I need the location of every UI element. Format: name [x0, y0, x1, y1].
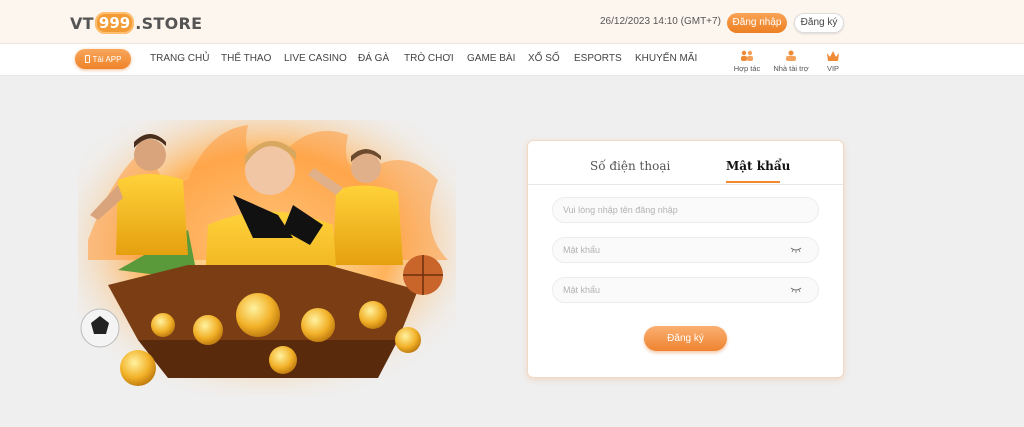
shortcut-vip-label: VIP [826, 64, 840, 73]
datetime-display: 26/12/2023 14:10 (GMT+7) [600, 16, 721, 27]
nav-item-games[interactable]: TRÒ CHƠI [404, 53, 454, 64]
tab-phone-number[interactable]: Số điện thoại [590, 159, 670, 173]
nav-item-sports[interactable]: THỂ THAO [221, 53, 271, 64]
hero-banner-image [78, 120, 456, 395]
logo-suffix: .STORE [135, 13, 203, 33]
nav-item-esports[interactable]: ESPORTS [574, 53, 622, 64]
login-button[interactable]: Đăng nhập [727, 13, 787, 33]
main-nav: Tải APP TRANG CHỦ THỂ THAO LIVE CASINO Đ… [0, 44, 1024, 76]
shortcut-sponsor[interactable]: Nhà tài trợ [769, 50, 813, 73]
eye-closed-icon[interactable] [790, 287, 802, 293]
download-app-button[interactable]: Tải APP [75, 49, 131, 69]
shortcut-vip[interactable]: VIP [811, 50, 855, 73]
nav-item-home[interactable]: TRANG CHỦ [150, 53, 209, 64]
active-tab-indicator [726, 181, 780, 183]
confirm-password-input[interactable] [552, 277, 819, 303]
logo-number-badge: 999 [94, 12, 135, 34]
tab-password[interactable]: Mật khẩu [726, 159, 790, 173]
partners-icon [741, 50, 753, 61]
shortcut-partners-label: Hợp tác [733, 64, 761, 73]
tab-divider [528, 184, 843, 185]
eye-closed-icon[interactable] [790, 247, 802, 253]
download-app-label: Tải APP [92, 54, 122, 64]
nav-item-card-games[interactable]: GAME BÀI [467, 53, 515, 64]
phone-icon [84, 55, 90, 63]
password-input[interactable] [552, 237, 819, 263]
logo-prefix: VT [70, 13, 94, 33]
nav-item-lottery[interactable]: XỔ SỐ [528, 53, 560, 64]
shortcut-partners[interactable]: Hợp tác [725, 50, 769, 73]
register-form-card: Số điện thoại Mật khẩu Đăng ký [527, 140, 844, 378]
top-bar: VT 999 .STORE 26/12/2023 14:10 (GMT+7) Đăn… [0, 0, 1024, 44]
site-logo[interactable]: VT 999 .STORE [70, 10, 202, 36]
nav-item-live-casino[interactable]: LIVE CASINO [284, 53, 347, 64]
submit-register-button[interactable]: Đăng ký [644, 326, 727, 351]
crown-icon [827, 51, 839, 61]
register-button[interactable]: Đăng ký [794, 13, 844, 33]
username-input[interactable] [552, 197, 819, 223]
shortcut-sponsor-label: Nhà tài trợ [773, 64, 809, 73]
sponsor-icon [786, 50, 796, 61]
nav-item-promotions[interactable]: KHUYẾN MÃI [635, 53, 697, 64]
nav-item-cockfight[interactable]: ĐÁ GÀ [358, 53, 389, 64]
